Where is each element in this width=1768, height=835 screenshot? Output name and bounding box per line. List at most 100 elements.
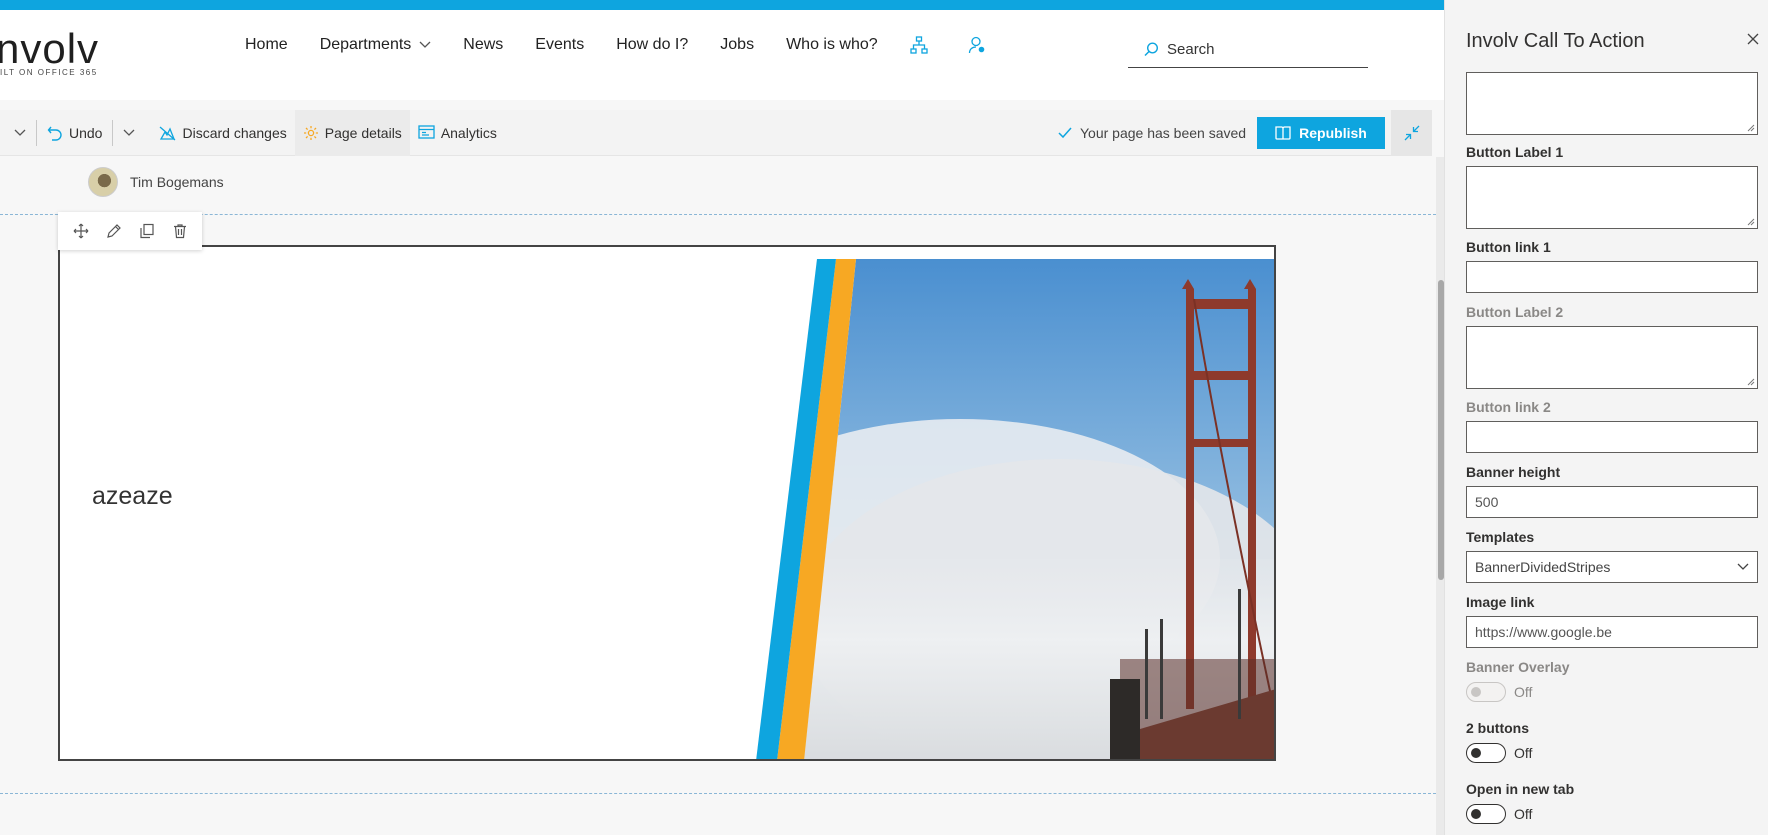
call-to-action-webpart[interactable]: azeaze: [58, 245, 1276, 761]
republish-label: Republish: [1299, 125, 1367, 141]
close-button[interactable]: [1747, 32, 1759, 50]
templates-dropdown[interactable]: BannerDividedStripes: [1466, 551, 1758, 583]
republish-button[interactable]: Republish: [1257, 117, 1385, 149]
resize-handle-icon: [1747, 218, 1755, 226]
discard-changes-button[interactable]: Discard changes: [151, 110, 294, 156]
button-label-2-label: Button Label 2: [1466, 304, 1564, 320]
banner-title: azeaze: [92, 482, 173, 510]
templates-value: BannerDividedStripes: [1475, 559, 1611, 575]
logo-subtitle: ILT ON OFFICE 365: [0, 68, 98, 77]
site-logo[interactable]: nvolv ILT ON OFFICE 365: [0, 25, 100, 78]
chevron-down-icon: [14, 129, 26, 136]
open-new-tab-label: Open in new tab: [1466, 781, 1575, 797]
button-link-2-field[interactable]: [1466, 421, 1758, 453]
move-icon: [73, 223, 88, 239]
two-buttons-state: Off: [1514, 745, 1533, 761]
text-field[interactable]: [1466, 72, 1758, 135]
command-bar: Undo Discard changes Page details Analyt…: [0, 109, 1432, 156]
nav-events-label: Events: [535, 36, 585, 53]
book-icon: [1275, 126, 1291, 140]
pencil-icon: [106, 224, 121, 238]
nav-departments[interactable]: Departments: [320, 36, 432, 54]
search-icon: [1144, 42, 1159, 57]
avatar: [88, 167, 118, 197]
page-canvas: Tim Bogemans azeaze: [0, 157, 1436, 835]
image-link-field[interactable]: https://www.google.be: [1466, 616, 1758, 648]
resize-handle-icon: [1747, 124, 1755, 132]
two-buttons-toggle[interactable]: [1466, 743, 1506, 763]
search-box[interactable]: [1128, 32, 1368, 68]
edit-button[interactable]: [106, 223, 122, 239]
save-status-text: Your page has been saved: [1080, 125, 1247, 141]
divider: [112, 119, 114, 146]
discard-changes-label: Discard changes: [182, 124, 287, 141]
save-status: Your page has been saved: [1058, 110, 1246, 156]
nav-jobs[interactable]: Jobs: [720, 36, 754, 54]
nav-who-is-who-label: Who is who?: [786, 36, 878, 53]
gear-icon: [303, 125, 318, 140]
property-panel: Involv Call To Action Button Label 1 But…: [1444, 0, 1768, 835]
two-buttons-toggle-row: Off: [1466, 743, 1532, 763]
open-new-tab-state: Off: [1514, 806, 1533, 822]
divider: [36, 119, 37, 146]
panel-title: Involv Call To Action: [1466, 30, 1645, 52]
two-buttons-label: 2 buttons: [1466, 720, 1529, 736]
panel-top-strip: [1445, 0, 1768, 10]
main-navigation: Home Departments News Events How do I? J…: [245, 36, 1026, 54]
user-settings-icon[interactable]: [968, 36, 986, 54]
nav-home-label: Home: [245, 36, 288, 53]
site-header: nvolv ILT ON OFFICE 365 Home Departments…: [0, 10, 1444, 100]
analytics-icon: [418, 125, 435, 139]
button-label-1-field[interactable]: [1466, 166, 1758, 229]
open-new-tab-toggle[interactable]: [1466, 804, 1506, 824]
banner-overlay-toggle-row: Off: [1466, 682, 1532, 702]
page-details-button[interactable]: Page details: [294, 109, 410, 156]
nav-home[interactable]: Home: [245, 36, 288, 54]
move-button[interactable]: [73, 223, 89, 239]
button-link-1-field[interactable]: [1466, 261, 1758, 293]
nav-news[interactable]: News: [463, 36, 503, 54]
delete-button[interactable]: [172, 223, 188, 239]
image-link-value: https://www.google.be: [1475, 624, 1612, 640]
nav-jobs-label: Jobs: [720, 36, 755, 53]
undo-options-dropdown[interactable]: [115, 110, 143, 156]
copy-icon: [139, 223, 154, 239]
webpart-toolbar: [58, 212, 202, 250]
button-label-1-label: Button Label 1: [1466, 144, 1564, 160]
author-byline[interactable]: Tim Bogemans: [88, 167, 224, 197]
undo-icon: [47, 126, 62, 141]
duplicate-button[interactable]: [139, 223, 155, 239]
undo-label: Undo: [69, 124, 103, 141]
trash-icon: [173, 224, 186, 239]
chevron-down-icon: [1737, 563, 1749, 570]
nav-events[interactable]: Events: [535, 36, 584, 54]
section-boundary: [0, 214, 1436, 215]
section-boundary: [0, 793, 1436, 794]
banner-height-value: 500: [1475, 494, 1499, 510]
collapse-panel-button[interactable]: [1391, 110, 1432, 156]
image-link-label: Image link: [1466, 594, 1535, 610]
analytics-button[interactable]: Analytics: [410, 110, 505, 156]
logo-text: nvolv: [0, 25, 100, 72]
author-name: Tim Bogemans: [130, 174, 224, 190]
org-chart-icon[interactable]: [910, 36, 928, 54]
banner-overlay-toggle[interactable]: [1466, 682, 1506, 702]
banner-height-field[interactable]: 500: [1466, 486, 1758, 518]
templates-label: Templates: [1466, 529, 1535, 545]
page-details-label: Page details: [324, 124, 402, 141]
nav-how-do-i[interactable]: How do I?: [616, 36, 688, 54]
button-label-2-field[interactable]: [1466, 326, 1758, 389]
nav-how-do-i-label: How do I?: [616, 36, 689, 53]
nav-who-is-who[interactable]: Who is who?: [786, 36, 878, 54]
undo-button[interactable]: Undo: [39, 110, 110, 156]
more-dropdown[interactable]: [0, 110, 34, 156]
banner-height-label: Banner height: [1466, 464, 1561, 480]
search-input[interactable]: [1167, 41, 1357, 58]
banner-overlay-state: Off: [1514, 684, 1533, 700]
banner-overlay-label: Banner Overlay: [1466, 659, 1570, 675]
collapse-icon: [1404, 125, 1419, 141]
button-link-2-label: Button link 2: [1466, 399, 1551, 415]
discard-icon: [160, 126, 176, 140]
chevron-down-icon: [124, 129, 135, 136]
nav-departments-label: Departments: [319, 36, 412, 53]
